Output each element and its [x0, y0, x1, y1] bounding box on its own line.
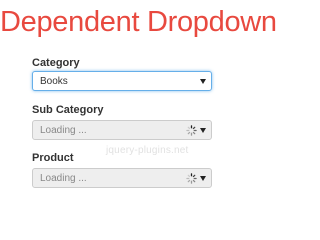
page-title: Dependent Dropdown: [0, 6, 277, 38]
sub-category-label: Sub Category: [32, 104, 104, 116]
sub-category-select[interactable]: Loading ...: [32, 120, 212, 140]
product-select-value: Loading ...: [40, 173, 87, 184]
product-select[interactable]: Loading ...: [32, 168, 212, 188]
sub-category-select-value: Loading ...: [40, 125, 87, 136]
spinner-icon: [186, 173, 197, 184]
chevron-down-icon: [200, 79, 206, 84]
watermark: jquery-plugins.net: [106, 145, 189, 156]
category-label: Category: [32, 57, 80, 69]
chevron-down-icon: [200, 176, 206, 181]
category-select[interactable]: Books: [32, 71, 212, 91]
chevron-down-icon: [200, 128, 206, 133]
product-label: Product: [32, 152, 74, 164]
spinner-icon: [186, 125, 197, 136]
category-select-value: Books: [40, 76, 68, 87]
